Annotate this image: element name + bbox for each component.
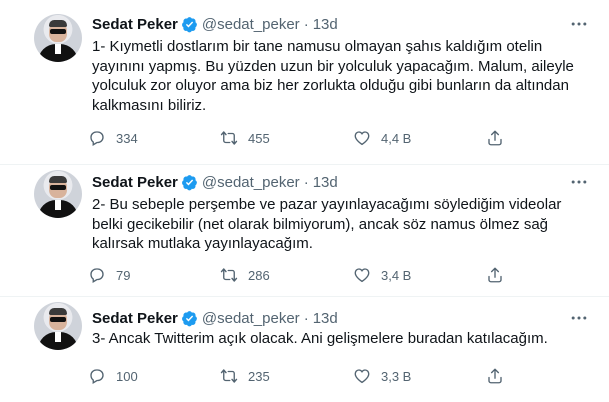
tweet-actions: 334 455 4,4 B bbox=[88, 128, 508, 148]
tweet-header: Sedat Peker @sedat_peker · 13d bbox=[92, 308, 338, 328]
retweet-icon bbox=[220, 131, 238, 145]
tweet-text: 2- Bu sebeple perşembe ve pazar yayınlay… bbox=[92, 196, 562, 252]
separator-dot: · bbox=[303, 309, 309, 327]
tweet-time[interactable]: 13d bbox=[313, 310, 338, 327]
reply-count: 79 bbox=[116, 267, 131, 283]
tweet-actions: 100 235 3,3 B bbox=[88, 366, 508, 386]
retweet-count: 235 bbox=[248, 368, 270, 384]
avatar[interactable] bbox=[34, 14, 82, 62]
author-handle[interactable]: @sedat_peker bbox=[202, 16, 300, 33]
share-button[interactable] bbox=[486, 265, 514, 285]
share-icon bbox=[488, 368, 502, 384]
share-icon bbox=[488, 267, 502, 283]
heart-icon bbox=[354, 131, 370, 146]
reply-button[interactable]: 100 bbox=[88, 366, 138, 386]
share-icon bbox=[488, 130, 502, 146]
tweet-text: 3- Ancak Twitterim açık olacak. Ani geli… bbox=[92, 330, 548, 347]
retweet-button[interactable]: 286 bbox=[220, 265, 270, 285]
tweet-header: Sedat Peker @sedat_peker · 13d bbox=[92, 172, 338, 192]
avatar[interactable] bbox=[34, 170, 82, 218]
tweet-text: 1- Kıymetli dostlarım bir tane namusu ol… bbox=[92, 38, 574, 114]
retweet-icon bbox=[220, 268, 238, 282]
tweet-actions: 79 286 3,4 B bbox=[88, 265, 508, 285]
like-button[interactable]: 3,3 B bbox=[353, 366, 411, 386]
tweet-thread: Sedat Peker @sedat_peker · 13d 1- Kıymet… bbox=[0, 0, 609, 402]
like-count: 3,3 B bbox=[381, 368, 412, 384]
like-count: 4,4 B bbox=[381, 130, 412, 146]
avatar[interactable] bbox=[34, 302, 82, 350]
share-button[interactable] bbox=[486, 128, 514, 148]
author-name[interactable]: Sedat Peker bbox=[92, 174, 178, 191]
reply-count: 334 bbox=[116, 130, 138, 146]
tweet-time[interactable]: 13d bbox=[313, 174, 338, 191]
reply-count: 100 bbox=[116, 368, 138, 384]
retweet-count: 286 bbox=[248, 267, 270, 283]
author-handle[interactable]: @sedat_peker bbox=[202, 174, 300, 191]
tweet-header: Sedat Peker @sedat_peker · 13d bbox=[92, 14, 338, 34]
reply-icon bbox=[90, 131, 104, 146]
reply-icon bbox=[90, 268, 104, 283]
more-options-icon[interactable] bbox=[569, 14, 589, 34]
tweet[interactable]: Sedat Peker @sedat_peker · 13d 3- Ancak … bbox=[0, 296, 609, 402]
verified-badge-icon bbox=[181, 16, 197, 32]
retweet-count: 455 bbox=[248, 130, 270, 146]
author-handle[interactable]: @sedat_peker bbox=[202, 310, 300, 327]
like-count: 3,4 B bbox=[381, 267, 412, 283]
tweet[interactable]: Sedat Peker @sedat_peker · 13d 2- Bu seb… bbox=[0, 164, 609, 297]
retweet-button[interactable]: 455 bbox=[220, 128, 270, 148]
more-options-icon[interactable] bbox=[569, 308, 589, 328]
reply-button[interactable]: 79 bbox=[88, 265, 130, 285]
like-button[interactable]: 3,4 B bbox=[353, 265, 411, 285]
like-button[interactable]: 4,4 B bbox=[353, 128, 411, 148]
separator-dot: · bbox=[303, 15, 309, 33]
separator-dot: · bbox=[303, 173, 309, 191]
reply-icon bbox=[90, 369, 104, 384]
verified-badge-icon bbox=[181, 310, 197, 326]
author-name[interactable]: Sedat Peker bbox=[92, 16, 178, 33]
tweet[interactable]: Sedat Peker @sedat_peker · 13d 1- Kıymet… bbox=[0, 0, 609, 165]
author-name[interactable]: Sedat Peker bbox=[92, 310, 178, 327]
share-button[interactable] bbox=[486, 366, 514, 386]
heart-icon bbox=[354, 369, 370, 384]
retweet-icon bbox=[220, 369, 238, 383]
reply-button[interactable]: 334 bbox=[88, 128, 138, 148]
retweet-button[interactable]: 235 bbox=[220, 366, 270, 386]
tweet-time[interactable]: 13d bbox=[313, 16, 338, 33]
more-options-icon[interactable] bbox=[569, 172, 589, 192]
heart-icon bbox=[354, 268, 370, 283]
verified-badge-icon bbox=[181, 174, 197, 190]
